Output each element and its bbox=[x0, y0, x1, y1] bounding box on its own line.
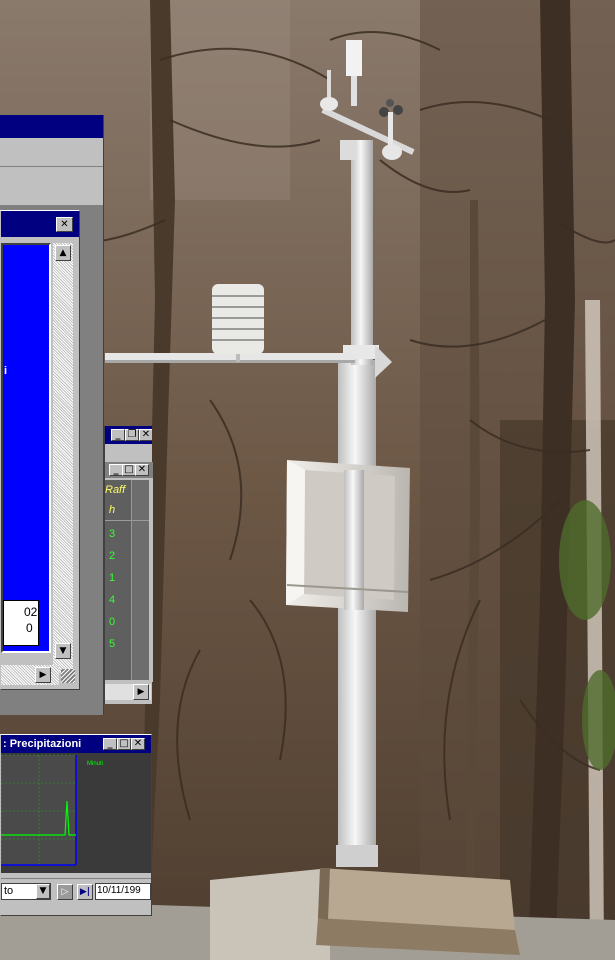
station-dialog-window: ✕ i 02 0 ▲ ▼ ▶ bbox=[0, 210, 80, 690]
grid-header-raff: Raff bbox=[105, 484, 126, 496]
close-icon[interactable]: ✕ bbox=[139, 429, 152, 441]
station-code-box: 02 0 bbox=[3, 600, 39, 646]
station-dialog-titlebar: ✕ bbox=[1, 211, 79, 237]
step-icon[interactable]: ▶| bbox=[77, 884, 93, 900]
vertical-scrollbar[interactable]: ▲ ▼ bbox=[53, 243, 73, 673]
date-field-value: 10/11/199 bbox=[97, 885, 141, 896]
resize-grip[interactable] bbox=[61, 669, 75, 683]
station-code-line2: 0 bbox=[26, 621, 33, 635]
date-field[interactable]: 10/11/199 bbox=[95, 883, 151, 900]
grid-value: 3 bbox=[109, 528, 116, 540]
restore-icon[interactable]: ❐ bbox=[125, 429, 139, 441]
minimize-icon[interactable]: _ bbox=[109, 464, 123, 476]
grid-inner-window: _ □ ✕ Raff h 3 2 1 4 0 5 bbox=[105, 462, 153, 682]
close-icon[interactable]: ✕ bbox=[135, 464, 149, 476]
data-grid: Raff h 3 2 1 4 0 5 bbox=[105, 480, 149, 680]
precipitation-chart: Minuti bbox=[1, 753, 151, 873]
arrow-up-icon[interactable]: ▲ bbox=[55, 245, 71, 261]
close-icon[interactable]: ✕ bbox=[56, 217, 73, 232]
main-window-menubar bbox=[0, 138, 103, 167]
precipitation-chart-window: : Precipitazioni _ □ ✕ Minuti to ▼ ▷ ▶| … bbox=[0, 734, 152, 916]
precip-toolbar: to ▼ ▷ ▶| 10/11/199 bbox=[1, 878, 151, 905]
station-code-line1: 02 bbox=[24, 605, 38, 619]
main-window-toolbar bbox=[0, 167, 103, 206]
period-select-value: to bbox=[4, 885, 14, 897]
data-grid-window-frame: _ ❐ ✕ _ □ ✕ Raff h 3 2 1 4 0 5 ▶ bbox=[104, 426, 153, 704]
horizontal-scrollbar[interactable]: ▶ bbox=[1, 665, 59, 685]
radiation-shield bbox=[212, 284, 264, 362]
grid-value: 4 bbox=[109, 594, 116, 606]
precip-window-title: : Precipitazioni bbox=[3, 738, 82, 750]
grid-frame-titlebar: _ ❐ ✕ bbox=[105, 426, 152, 444]
precip-titlebar: : Precipitazioni _ □ ✕ bbox=[1, 735, 151, 753]
minimize-icon[interactable]: _ bbox=[111, 429, 125, 441]
chevron-down-icon[interactable]: ▼ bbox=[36, 884, 50, 899]
chart-legend-label: Minuti bbox=[87, 761, 103, 767]
minimize-icon[interactable]: _ bbox=[103, 738, 117, 750]
period-select[interactable]: to ▼ bbox=[1, 883, 51, 900]
panel-glyph: i bbox=[4, 365, 8, 377]
grid-inner-titlebar: _ □ ✕ bbox=[105, 462, 153, 478]
grid-value: 1 bbox=[109, 572, 116, 584]
logger-enclosure bbox=[286, 460, 410, 612]
play-icon[interactable]: ▷ bbox=[57, 884, 73, 900]
maximize-icon[interactable]: □ bbox=[117, 738, 131, 750]
arrow-right-icon[interactable]: ▶ bbox=[133, 684, 149, 700]
station-dialog-panel: i 02 0 bbox=[1, 243, 51, 653]
arrow-down-icon[interactable]: ▼ bbox=[55, 643, 71, 659]
grid-header-unit: h bbox=[109, 504, 116, 516]
maximize-icon[interactable]: □ bbox=[122, 464, 136, 476]
arrow-right-icon[interactable]: ▶ bbox=[35, 667, 51, 683]
grid-horizontal-scrollbar[interactable]: ▶ bbox=[105, 684, 151, 700]
main-window-titlebar bbox=[0, 115, 103, 138]
close-icon[interactable]: ✕ bbox=[131, 738, 145, 750]
grid-value: 5 bbox=[109, 638, 116, 650]
grid-value: 2 bbox=[109, 550, 116, 562]
concrete-base bbox=[316, 868, 520, 955]
grid-value: 0 bbox=[109, 616, 116, 628]
